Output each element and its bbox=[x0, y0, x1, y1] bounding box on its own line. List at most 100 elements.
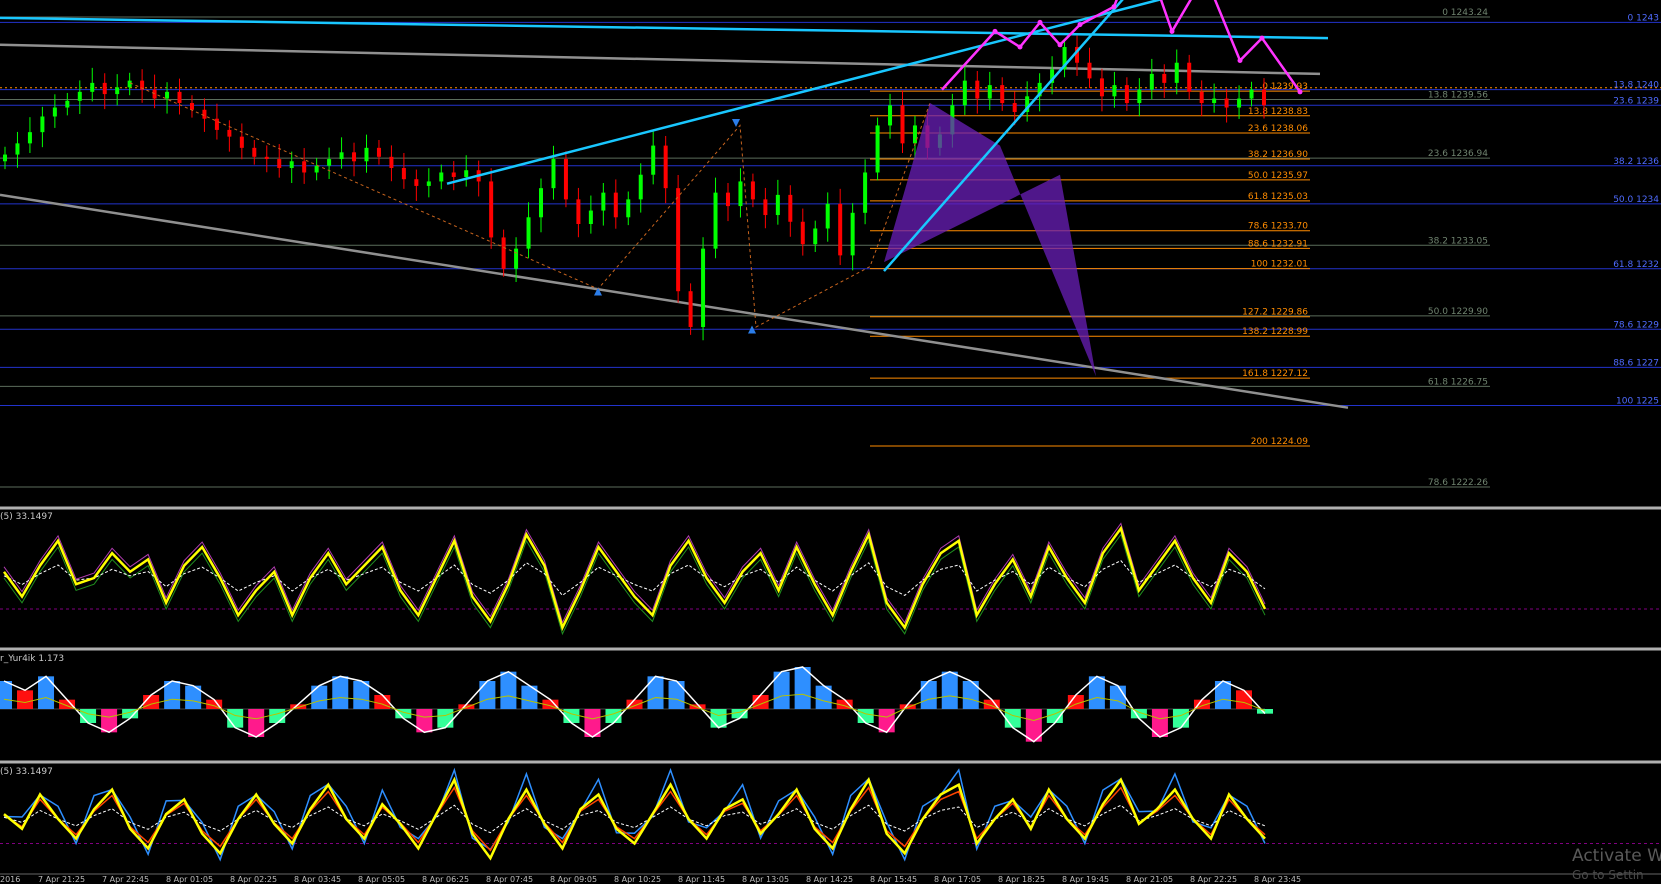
time-tick-label: 8 Apr 21:05 bbox=[1126, 875, 1174, 884]
candle-body bbox=[327, 159, 332, 166]
candle-body bbox=[165, 91, 170, 99]
fib-orange-label: 23.6 1238.06 bbox=[1248, 124, 1308, 134]
candle-body bbox=[688, 291, 693, 328]
candle-body bbox=[352, 152, 357, 162]
candle-body bbox=[1000, 85, 1005, 104]
time-tick-label: 8 Apr 15:45 bbox=[870, 875, 918, 884]
histogram-bar bbox=[437, 709, 454, 728]
fib-orange-label: 138.2 1228.99 bbox=[1242, 327, 1308, 337]
histogram-bar bbox=[794, 667, 811, 709]
oscillator-1-title: (5) 33.1497 bbox=[0, 512, 53, 522]
candle-body bbox=[825, 203, 830, 229]
candle-body bbox=[1237, 98, 1242, 108]
fib-blue-label: 38.2 1236 bbox=[1613, 157, 1659, 167]
candle-body bbox=[1249, 89, 1254, 99]
candle-body bbox=[1212, 98, 1217, 104]
histogram-bar bbox=[1004, 709, 1021, 728]
candle-body bbox=[750, 181, 755, 200]
candle-body bbox=[464, 170, 469, 177]
candle-body bbox=[838, 203, 843, 256]
candle-body bbox=[127, 80, 132, 88]
fib-orange-label: 78.6 1233.70 bbox=[1248, 222, 1308, 232]
candle-body bbox=[850, 212, 855, 256]
candle-body bbox=[875, 125, 880, 173]
candle-body bbox=[526, 217, 531, 249]
time-tick-label: 8 Apr 02:25 bbox=[230, 875, 278, 884]
candle-body bbox=[763, 199, 768, 216]
histogram-bar bbox=[38, 676, 55, 709]
candle-body bbox=[227, 129, 232, 137]
candle-body bbox=[788, 194, 793, 222]
candle-body bbox=[389, 156, 394, 168]
histogram-bar bbox=[668, 681, 685, 709]
candle-body bbox=[987, 85, 992, 99]
candle-body bbox=[214, 118, 219, 130]
fib-orange-label: 50.0 1235.97 bbox=[1248, 171, 1308, 181]
candle-body bbox=[302, 161, 307, 173]
candle-body bbox=[264, 156, 269, 160]
histogram-bar bbox=[17, 690, 34, 709]
fib-blue-label: 50.0 1234 bbox=[1613, 195, 1659, 205]
candle-body bbox=[202, 109, 207, 119]
fib-orange-label: 38.2 1236.90 bbox=[1248, 150, 1308, 160]
candle-body bbox=[551, 159, 556, 189]
magenta-arrow-head bbox=[1259, 35, 1265, 41]
magenta-arrow-head bbox=[1037, 19, 1043, 25]
candle-body bbox=[676, 188, 681, 292]
fib-grey-label: 23.6 1236.94 bbox=[1428, 149, 1488, 159]
fib-orange-label: 161.8 1227.12 bbox=[1242, 369, 1308, 379]
candle-body bbox=[3, 154, 7, 162]
candle-body bbox=[1137, 89, 1142, 104]
candle-body bbox=[102, 82, 107, 95]
candle-body bbox=[1087, 62, 1092, 79]
histogram-bar bbox=[1172, 709, 1189, 728]
fib-blue-label: 61.8 1232 bbox=[1613, 260, 1659, 270]
candle-body bbox=[663, 145, 668, 189]
time-tick-label: 8 Apr 03:45 bbox=[294, 875, 342, 884]
histogram-bar bbox=[227, 709, 244, 728]
candle-body bbox=[277, 159, 282, 168]
candle-body bbox=[40, 116, 45, 133]
time-tick-label: 8 Apr 17:05 bbox=[934, 875, 982, 884]
candle-body bbox=[800, 221, 805, 245]
fib-grey-label: 61.8 1226.75 bbox=[1428, 377, 1488, 387]
time-tick-label: 8 Apr 22:25 bbox=[1190, 875, 1238, 884]
time-tick-label: 8 Apr 07:45 bbox=[486, 875, 534, 884]
candle-body bbox=[90, 82, 95, 92]
time-tick-label: 8 Apr 19:45 bbox=[1062, 875, 1110, 884]
magenta-arrow-head bbox=[1111, 4, 1117, 10]
candle-body bbox=[912, 125, 917, 144]
time-tick-label: 8 Apr 23:45 bbox=[1254, 875, 1302, 884]
time-tick-label: 8 Apr 05:05 bbox=[358, 875, 406, 884]
candle-body bbox=[289, 161, 294, 168]
fib-blue-label: 23.6 1239 bbox=[1613, 96, 1659, 106]
fib-orange-label: 13.8 1238.83 bbox=[1248, 107, 1308, 117]
histogram-bar bbox=[647, 676, 664, 709]
histogram-bar bbox=[332, 676, 349, 709]
candle-body bbox=[576, 199, 581, 224]
candle-body bbox=[539, 188, 544, 218]
magenta-arrow-head bbox=[1169, 28, 1175, 34]
fib-grey-label: 0 1243.24 bbox=[1442, 8, 1488, 18]
candle-body bbox=[439, 172, 444, 182]
candle-body bbox=[27, 132, 32, 144]
candle-body bbox=[1174, 62, 1179, 83]
time-tick-label: 2016 bbox=[0, 875, 21, 884]
candle-body bbox=[863, 172, 868, 213]
candle-body bbox=[651, 145, 656, 175]
trading-chart: 0 1243 13.8 1240 23.6 1239 38.2 1236 50.0 12… bbox=[0, 0, 1661, 882]
magenta-arrow-head bbox=[992, 28, 998, 34]
fib-grey-label: 50.0 1229.90 bbox=[1428, 307, 1488, 317]
candle-body bbox=[601, 192, 606, 211]
time-tick-label: 7 Apr 21:25 bbox=[38, 875, 86, 884]
candle-body bbox=[1099, 78, 1104, 97]
candle-body bbox=[177, 91, 182, 104]
histogram-bar bbox=[500, 671, 517, 709]
activation-watermark-subtitle: Go to Settin bbox=[1572, 868, 1644, 882]
candle-body bbox=[613, 192, 618, 218]
time-tick-label: 8 Apr 09:05 bbox=[550, 875, 598, 884]
fib-orange-label: 100 1232.01 bbox=[1251, 260, 1308, 270]
histogram-bar bbox=[479, 681, 496, 709]
candle-body bbox=[563, 159, 568, 200]
fib-blue-label: 0 1243 bbox=[1628, 13, 1660, 23]
